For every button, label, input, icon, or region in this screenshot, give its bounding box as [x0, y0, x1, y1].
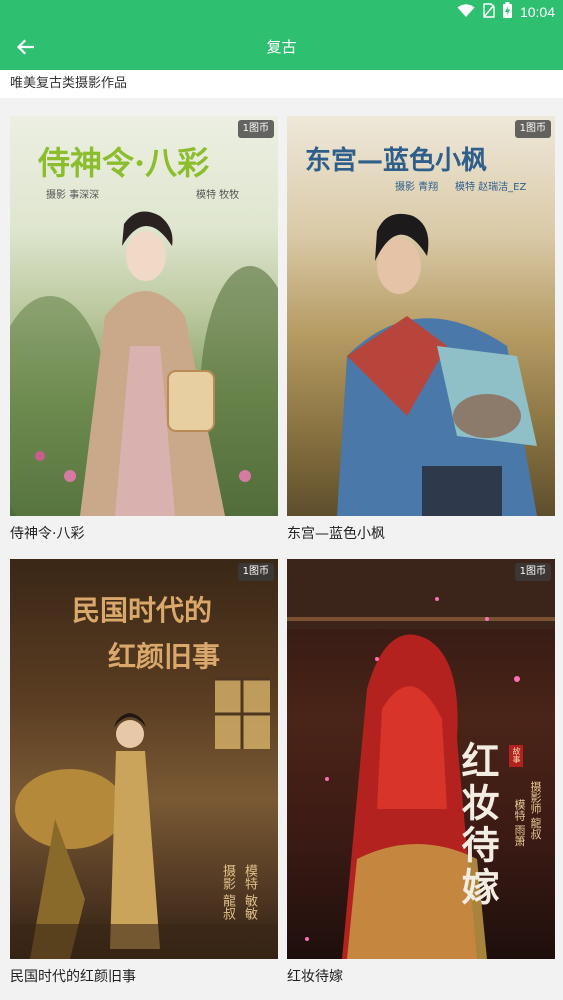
- status-bar: 10:04: [0, 0, 563, 24]
- work-caption: 红妆待嫁: [287, 969, 343, 985]
- work-card[interactable]: 侍神令·八彩 摄影 事深深 模特 牧牧 1图币 侍神令·八彩: [10, 116, 278, 546]
- work-cover-image[interactable]: 民国时代的 红颜旧事 模特 敏敏 摄影 龍叔 1图币: [10, 559, 278, 959]
- poster-credit-model: 模特 雨箫: [513, 799, 526, 847]
- poster-title: 东宫—蓝色小枫: [305, 146, 488, 176]
- battery-charging-icon: [502, 2, 512, 22]
- price-badge: 1图币: [514, 120, 551, 138]
- poster-credit-model: 模特 牧牧: [196, 190, 240, 201]
- back-button[interactable]: [12, 35, 38, 59]
- wifi-icon: [457, 3, 475, 22]
- category-description: 唯美复古类摄影作品: [10, 76, 128, 91]
- work-caption: 东宫—蓝色小枫: [287, 526, 385, 542]
- work-card[interactable]: 红妆待嫁 故事 摄影师 龍叔 模特 雨箫 1图币 红妆待嫁: [287, 559, 555, 989]
- poster-seal: 故事: [512, 747, 521, 763]
- no-sim-icon: [483, 2, 495, 22]
- category-description-bar: 唯美复古类摄影作品: [0, 70, 563, 98]
- poster-credit-photographer: 摄影 事深深: [46, 190, 100, 201]
- work-caption: 民国时代的红颜旧事: [10, 969, 136, 985]
- poster-credit-photographer: 摄影 龍叔: [220, 864, 235, 921]
- work-card[interactable]: 东宫—蓝色小枫 摄影 青翔 模特 赵瑞洁_EZ 1图币 东宫—蓝色小枫: [287, 116, 555, 546]
- page-title: 复古: [266, 38, 297, 56]
- price-badge: 1图币: [237, 563, 274, 581]
- poster-title-line-1: 民国时代的: [72, 594, 213, 627]
- price-badge: 1图币: [514, 563, 551, 581]
- status-time: 10:04: [519, 4, 555, 20]
- work-caption: 侍神令·八彩: [10, 526, 85, 542]
- works-grid: 侍神令·八彩 摄影 事深深 模特 牧牧 1图币 侍神令·八彩 东宫—蓝色小枫 摄…: [0, 98, 563, 1000]
- poster-credit-model: 模特 敏敏: [242, 864, 257, 921]
- poster-credit-photographer: 摄影 青翔: [395, 182, 439, 193]
- poster-credit-model: 模特 赵瑞洁_EZ: [455, 182, 527, 193]
- work-cover-image[interactable]: 红妆待嫁 故事 摄影师 龍叔 模特 雨箫 1图币: [287, 559, 555, 959]
- status-icons: 10:04: [457, 0, 555, 24]
- poster-title: 红妆待嫁: [455, 741, 500, 909]
- work-cover-image[interactable]: 东宫—蓝色小枫 摄影 青翔 模特 赵瑞洁_EZ 1图币: [287, 116, 555, 516]
- poster-title-line-2: 红颜旧事: [108, 640, 221, 673]
- work-cover-image[interactable]: 侍神令·八彩 摄影 事深深 模特 牧牧 1图币: [10, 116, 278, 516]
- arrow-back-icon: [16, 39, 34, 55]
- app-bar: 复古: [0, 24, 563, 70]
- price-badge: 1图币: [237, 120, 274, 138]
- work-card[interactable]: 民国时代的 红颜旧事 模特 敏敏 摄影 龍叔 1图币 民国时代的红颜旧事: [10, 559, 278, 989]
- poster-credit-photographer: 摄影师 龍叔: [529, 781, 542, 840]
- poster-title: 侍神令·八彩: [38, 144, 210, 182]
